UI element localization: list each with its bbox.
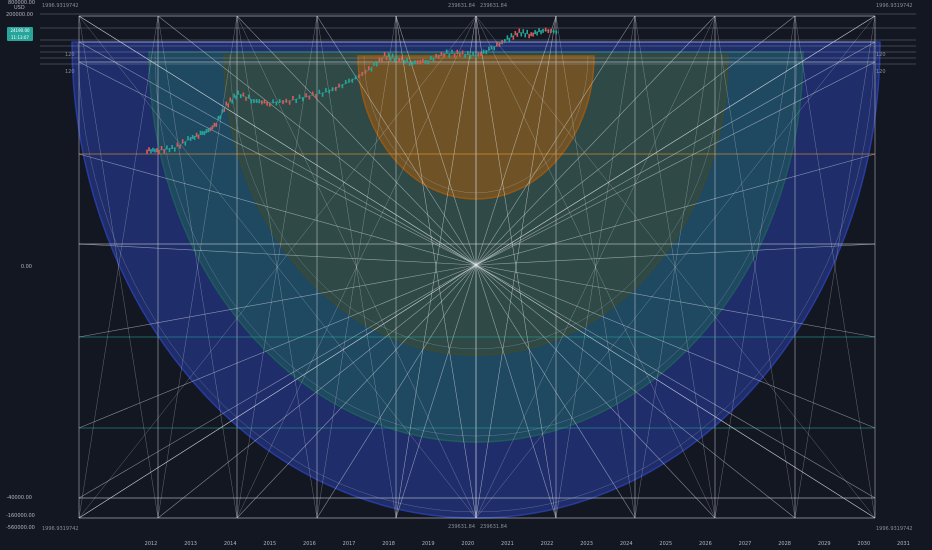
x-tick-label: 2018: [382, 541, 395, 547]
candle: [482, 49, 485, 54]
corner-label-bottom-right: 1996.9319742: [876, 526, 913, 532]
y-tick-label: -40000.00: [6, 495, 32, 501]
side-label-right: 120: [876, 69, 886, 75]
candle: [524, 33, 527, 38]
corner-label-top-left: 1996.9319742: [42, 3, 79, 9]
bottom-center-label: 239631.84: [480, 524, 508, 530]
x-tick-label: 2023: [580, 541, 593, 547]
candle: [150, 149, 152, 154]
candle: [389, 57, 392, 62]
x-tick-label: 2014: [223, 541, 237, 547]
candle: [542, 28, 544, 33]
price-badge: 24190.00 11:13:07: [7, 27, 33, 41]
candle: [325, 88, 327, 93]
x-tick-label: 2013: [184, 541, 197, 547]
candle: [292, 95, 294, 100]
candle: [160, 145, 163, 150]
candle: [528, 34, 530, 39]
side-label-right: 120: [876, 52, 886, 58]
top-center-label: 239631.84: [480, 3, 508, 9]
candle: [448, 53, 451, 58]
x-tick-label: 2022: [540, 541, 554, 547]
x-tick-label: 2017: [342, 541, 356, 547]
candle: [472, 51, 474, 56]
bottom-center-label: 239631.84: [448, 524, 476, 530]
candle: [391, 53, 394, 58]
x-tick-label: 2015: [263, 541, 277, 547]
corner-label-bottom-left: 1996.9319742: [42, 526, 79, 532]
price-badge-value: 24190.00: [10, 28, 30, 33]
x-tick-label: 2019: [421, 541, 435, 547]
x-tick-label: 2016: [303, 541, 316, 547]
candle: [393, 57, 396, 62]
candle: [453, 53, 456, 58]
x-tick-label: 2029: [817, 541, 831, 547]
x-tick-label: 2030: [857, 541, 871, 547]
x-tick-label: 2021: [501, 541, 514, 547]
x-tick-label: 2012: [144, 541, 158, 547]
candle: [445, 49, 448, 54]
corner-label-top-right: 1996.9319742: [876, 3, 913, 9]
x-tick-label: 2024: [619, 541, 633, 547]
side-label-left: 120: [65, 69, 75, 75]
candle: [278, 99, 281, 104]
x-tick-label: 2025: [659, 541, 673, 547]
candle: [544, 27, 547, 32]
candle: [261, 100, 263, 105]
candle: [321, 92, 324, 97]
x-tick-label: 2026: [699, 541, 712, 547]
candle: [282, 100, 284, 105]
x-tick-label: 2028: [778, 541, 791, 547]
candle: [526, 29, 528, 34]
gann-fan-chart[interactable]: [0, 0, 932, 550]
candle: [395, 55, 398, 60]
x-tick-label: 2020: [461, 541, 475, 547]
candle: [411, 61, 414, 66]
candle: [451, 49, 453, 54]
top-center-label: 239631.84: [448, 3, 476, 9]
price-badge-time: 11:13:07: [11, 35, 29, 40]
candle: [263, 99, 266, 104]
candle: [424, 59, 427, 64]
y-tick-label: -560000.00: [6, 525, 35, 531]
candle: [152, 147, 154, 152]
axis-unit: USD: [14, 5, 25, 11]
y-tick-label: 200000.00: [6, 12, 34, 18]
x-tick-label: 2027: [738, 541, 752, 547]
y-tick-label: -160000.00: [6, 513, 35, 519]
candle: [387, 52, 390, 57]
candle: [288, 100, 291, 105]
x-tick-label: 2031: [897, 541, 910, 547]
candle: [158, 150, 160, 155]
candle: [532, 32, 534, 37]
side-label-left: 120: [65, 52, 75, 58]
y-tick-label: 0.00: [20, 264, 32, 270]
